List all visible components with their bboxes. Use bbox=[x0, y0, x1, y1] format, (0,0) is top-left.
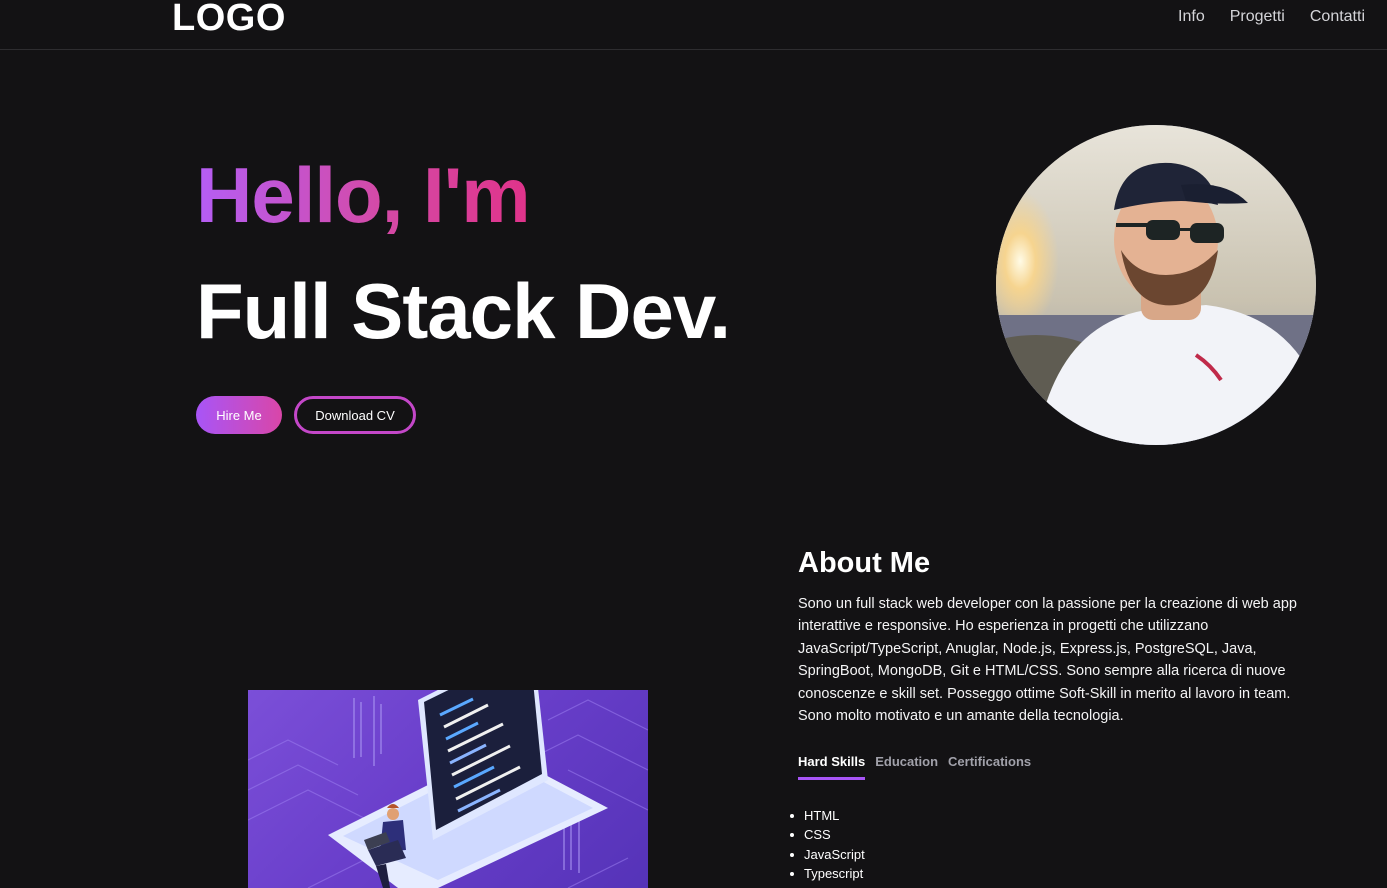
skills-tabs: Hard Skills Education Certifications bbox=[798, 753, 1041, 780]
tab-certifications[interactable]: Certifications bbox=[948, 753, 1031, 780]
navbar: LOGO Info Progetti Contatti bbox=[0, 0, 1387, 50]
hero-greeting: Hello, I'm bbox=[196, 151, 531, 239]
about-description: Sono un full stack web developer con la … bbox=[798, 596, 1297, 725]
tab-hard-skills[interactable]: Hard Skills bbox=[798, 753, 866, 780]
list-item: Typescript bbox=[790, 864, 865, 883]
profile-photo-illustration bbox=[996, 125, 1316, 445]
list-item: HTML bbox=[790, 806, 865, 825]
nav-link-info[interactable]: Info bbox=[1178, 6, 1205, 28]
skills-list: HTML CSS JavaScript Typescript bbox=[790, 806, 865, 884]
tab-education[interactable]: Education bbox=[875, 753, 938, 780]
laptop-developer-image bbox=[248, 690, 648, 888]
nav-links: Info Progetti Contatti bbox=[1178, 6, 1387, 28]
nav-link-contatti[interactable]: Contatti bbox=[1310, 6, 1365, 28]
list-item: CSS bbox=[790, 825, 865, 844]
logo[interactable]: LOGO bbox=[172, 0, 286, 38]
developer-illustration bbox=[248, 690, 648, 888]
profile-photo bbox=[996, 125, 1316, 445]
hero-title: Full Stack Dev. bbox=[196, 267, 731, 355]
hire-me-button[interactable]: Hire Me bbox=[196, 396, 282, 434]
about-title: About Me bbox=[798, 547, 931, 579]
nav-link-progetti[interactable]: Progetti bbox=[1230, 6, 1285, 28]
download-cv-button[interactable]: Download CV bbox=[294, 396, 416, 434]
list-item: JavaScript bbox=[790, 845, 865, 864]
